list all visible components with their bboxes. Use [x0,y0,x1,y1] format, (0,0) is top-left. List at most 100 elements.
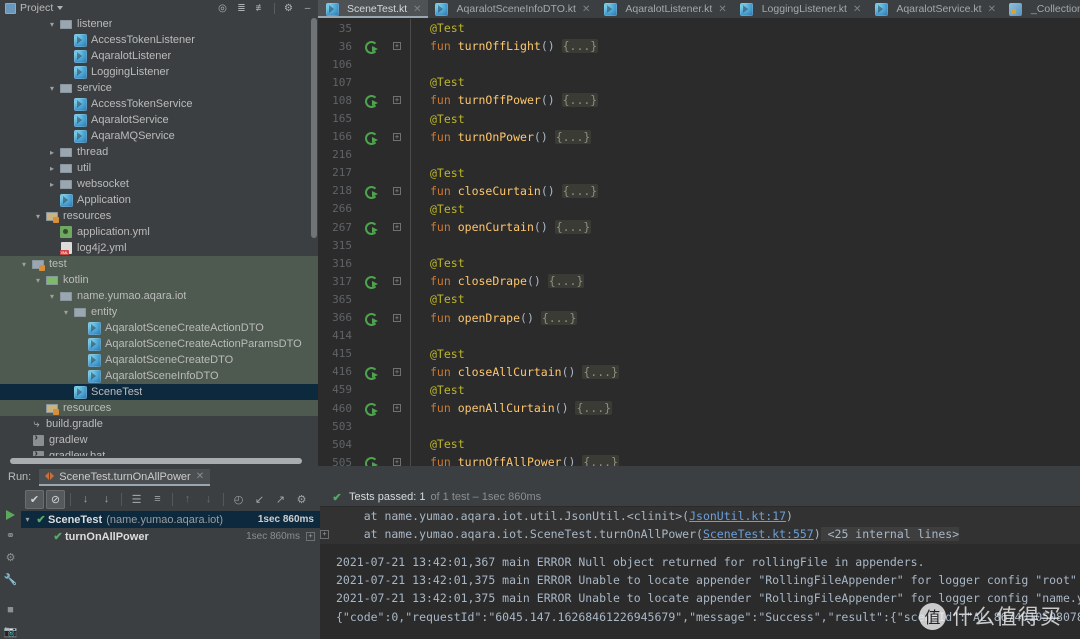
test-tree-row[interactable]: ✔ turnOnAllPower 1sec 860ms + [21,528,320,545]
collapse-arrow-icon[interactable]: ▾ [18,256,30,272]
collapse-arrow-icon[interactable]: ▾ [46,80,58,96]
collapse-arrow-icon[interactable]: ▾ [32,208,44,224]
project-tree-item[interactable]: gradlew [0,432,318,448]
run-test-gutter-icon[interactable] [365,456,378,466]
expand-fold-icon[interactable]: + [393,313,401,322]
expand-fold-icon[interactable]: + [393,186,401,195]
gutter-run-marker-slot[interactable] [358,131,384,145]
editor-tab[interactable]: AqaralotService.kt ✕ [867,0,1002,18]
debug-icon[interactable]: ⚭ [3,529,19,542]
run-test-gutter-icon[interactable] [365,185,378,199]
gutter-fold-slot[interactable]: + [384,223,410,232]
code-editor[interactable]: 35 @Test 36 + fun turnOffLight() {...} 106 107… [318,19,1080,466]
expand-arrow-icon[interactable]: ▸ [46,160,58,176]
folded-region[interactable]: {...} [575,401,613,416]
project-tree-item[interactable]: LoggingListener [0,64,318,80]
run-configuration-tab[interactable]: SceneTest.turnOnAllPower ✕ [39,468,211,486]
folded-region[interactable]: {...} [582,364,619,379]
project-tree-item[interactable]: AccessTokenService [0,96,318,112]
close-icon[interactable]: ✕ [413,4,421,15]
project-tree-item[interactable]: ▸ websocket [0,176,318,192]
project-tree-item[interactable]: ▾ resources [0,208,318,224]
project-tree-item[interactable]: ▸ util [0,160,318,176]
project-tree-item[interactable]: ▾ name.yumao.aqara.iot [0,288,318,304]
project-tree-item[interactable]: Application [0,192,318,208]
show-passed-toggle[interactable]: ✔ [25,489,44,509]
project-tree-item[interactable]: resources [0,400,318,416]
project-tree-vertical-scrollbar[interactable] [311,18,317,238]
collapse-all-icon[interactable]: ≢ [253,1,268,15]
expand-fold-icon[interactable]: + [393,223,401,232]
collapse-arrow-icon[interactable]: ▾ [46,16,58,32]
close-icon[interactable]: ✕ [853,4,861,15]
collapse-arrow-icon[interactable]: ▾ [60,304,72,320]
coverage-icon[interactable]: ⚙ [3,551,19,564]
project-tree-item[interactable]: AqaralotListener [0,48,318,64]
project-tree-horizontal-scrollbar[interactable] [10,458,302,464]
run-icon[interactable] [3,510,19,520]
expand-fold-icon[interactable]: + [393,458,401,466]
project-tree-item[interactable]: AqaralotSceneCreateDTO [0,352,318,368]
run-test-gutter-icon[interactable] [365,275,378,290]
project-tree-item[interactable]: AqaralotSceneInfoDTO [0,368,318,384]
editor-tab[interactable]: _Collections.kt✕ [1001,0,1080,18]
project-tree-item[interactable]: log4j2.yml [0,240,318,256]
project-tree-item[interactable]: application.yml [0,224,318,240]
gutter-fold-slot[interactable]: + [384,367,410,376]
sort-alphabetically[interactable]: ↓ [76,490,95,509]
gutter-run-marker-slot[interactable] [358,275,384,290]
gutter-run-marker-slot[interactable] [358,366,384,380]
expand-arrow-icon[interactable]: ▸ [46,176,58,192]
expand-fold-icon[interactable]: + [393,404,401,413]
project-tree-item[interactable]: ▾ test [0,256,318,272]
gutter-run-marker-slot[interactable] [358,221,384,236]
gutter-fold-slot[interactable]: + [384,404,410,413]
project-tree-item[interactable]: ▸ thread [0,144,318,160]
project-tree-item[interactable]: AccessTokenListener [0,32,318,48]
run-test-gutter-icon[interactable] [365,221,378,236]
gutter-run-marker-slot[interactable] [358,185,384,199]
expand-fold-icon[interactable]: + [306,532,315,541]
previous-failed-test[interactable]: ↑ [178,490,197,509]
close-icon[interactable]: ✕ [196,471,204,482]
chevron-down-icon[interactable] [57,6,64,10]
gutter-fold-slot[interactable]: + [384,132,410,141]
gutter-fold-slot[interactable]: + [384,313,410,322]
folded-region[interactable]: {...} [582,455,619,466]
run-test-gutter-icon[interactable] [365,312,378,326]
project-tree[interactable]: ▾ listener AccessTokenListener AqaralotList… [0,16,318,456]
project-tree-item[interactable]: AqaraMQService [0,128,318,144]
close-icon[interactable]: ✕ [988,4,996,15]
expand-fold-icon[interactable]: + [393,42,401,51]
run-test-gutter-icon[interactable] [365,366,378,380]
gutter-run-marker-slot[interactable] [358,94,384,109]
sort-by-duration[interactable]: ↓ [97,490,116,509]
gutter-run-marker-slot[interactable] [358,402,384,417]
folded-region[interactable]: {...} [554,129,592,144]
test-settings[interactable]: ⚙ [292,490,311,509]
close-icon[interactable]: ✕ [582,4,590,15]
folded-region[interactable]: {...} [561,39,599,54]
project-tree-item[interactable]: ▾ service [0,80,318,96]
expand-arrow-icon[interactable]: ▸ [46,144,58,160]
editor-tab[interactable]: SceneTest.kt ✕ [318,0,428,18]
expand-fold-icon[interactable]: + [393,96,401,105]
folded-region[interactable]: {...} [561,183,599,198]
expand-fold-icon[interactable]: + [320,529,329,539]
run-test-gutter-icon[interactable] [365,131,378,145]
project-tree-item[interactable]: gradlew.bat [0,448,318,456]
test-history[interactable]: ◴ [229,490,248,509]
expand-fold-icon[interactable]: + [393,132,401,141]
gutter-run-marker-slot[interactable] [358,40,384,55]
project-tree-item[interactable]: ▾ kotlin [0,272,318,288]
run-test-gutter-icon[interactable] [365,94,378,109]
project-tree-item[interactable]: AqaralotService [0,112,318,128]
test-runner-toolbar[interactable]: ✔ ⊘ ↓ ↓ ☰ ≡ ↑ ↓ ◴ ↙ ↗ ⚙ [21,488,320,510]
next-failed-test[interactable]: ↓ [199,490,218,509]
import-test-results[interactable]: ↙ [250,490,269,509]
folded-region[interactable]: {...} [540,310,578,325]
collapse-arrow-icon[interactable]: ▾ [46,288,58,304]
collapse-all[interactable]: ≡ [148,490,167,509]
test-tree-row[interactable]: ▾ ✔ SceneTest (name.yumao.aqara.iot) 1sec 86… [21,511,320,528]
editor-tab[interactable]: LoggingListener.kt ✕ [732,0,868,18]
